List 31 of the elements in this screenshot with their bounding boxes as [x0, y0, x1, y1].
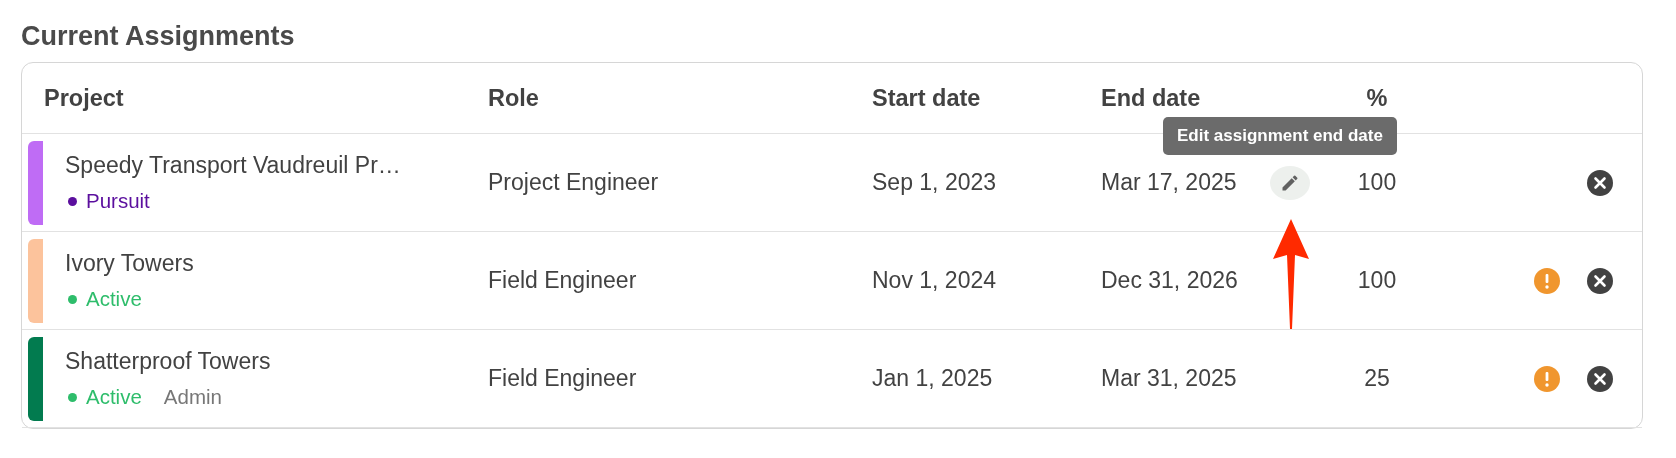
table-cell-text: 25	[1363, 365, 1391, 392]
column-header: Start date	[872, 84, 982, 112]
role-tag: Admin	[163, 385, 222, 409]
edit-button[interactable]	[1270, 165, 1310, 200]
remove-button[interactable]	[1586, 168, 1614, 197]
table-cell-text: Project Engineer	[488, 169, 660, 196]
project-name[interactable]: Speedy Transport Vaudreuil Pr…	[65, 152, 401, 179]
table-cell-text: 100	[1356, 267, 1398, 294]
table-cell-text: Mar 17, 2025	[1101, 169, 1238, 196]
remove-button[interactable]	[1586, 364, 1614, 393]
column-header: Role	[488, 84, 540, 112]
table-cell-text: Dec 31, 2026	[1101, 267, 1239, 294]
project-name[interactable]: Ivory Towers	[65, 250, 194, 277]
column-header: Project	[43, 84, 125, 112]
section-title: Current Assignments	[21, 20, 296, 52]
status-label: Pursuit	[86, 189, 150, 213]
table-cell-text: Field Engineer	[488, 267, 638, 294]
pencil-icon	[1280, 172, 1300, 193]
tooltip: Edit assignment end date	[1163, 117, 1397, 155]
table-cell-text: Jan 1, 2025	[872, 365, 994, 392]
table-cell-text: Mar 31, 2025	[1101, 365, 1238, 392]
remove-button[interactable]	[1586, 266, 1614, 295]
table-cell-text: 100	[1356, 169, 1398, 196]
status-label: Active	[86, 385, 142, 409]
column-header: %	[1365, 84, 1389, 112]
status-label: Active	[86, 287, 142, 311]
column-header: End date	[1101, 84, 1202, 112]
project-name[interactable]: Shatterproof Towers	[65, 348, 271, 375]
table-cell-text: Field Engineer	[488, 365, 638, 392]
table-cell-text: Sep 1, 2023	[872, 169, 998, 196]
table-cell-text: Nov 1, 2024	[872, 267, 998, 294]
